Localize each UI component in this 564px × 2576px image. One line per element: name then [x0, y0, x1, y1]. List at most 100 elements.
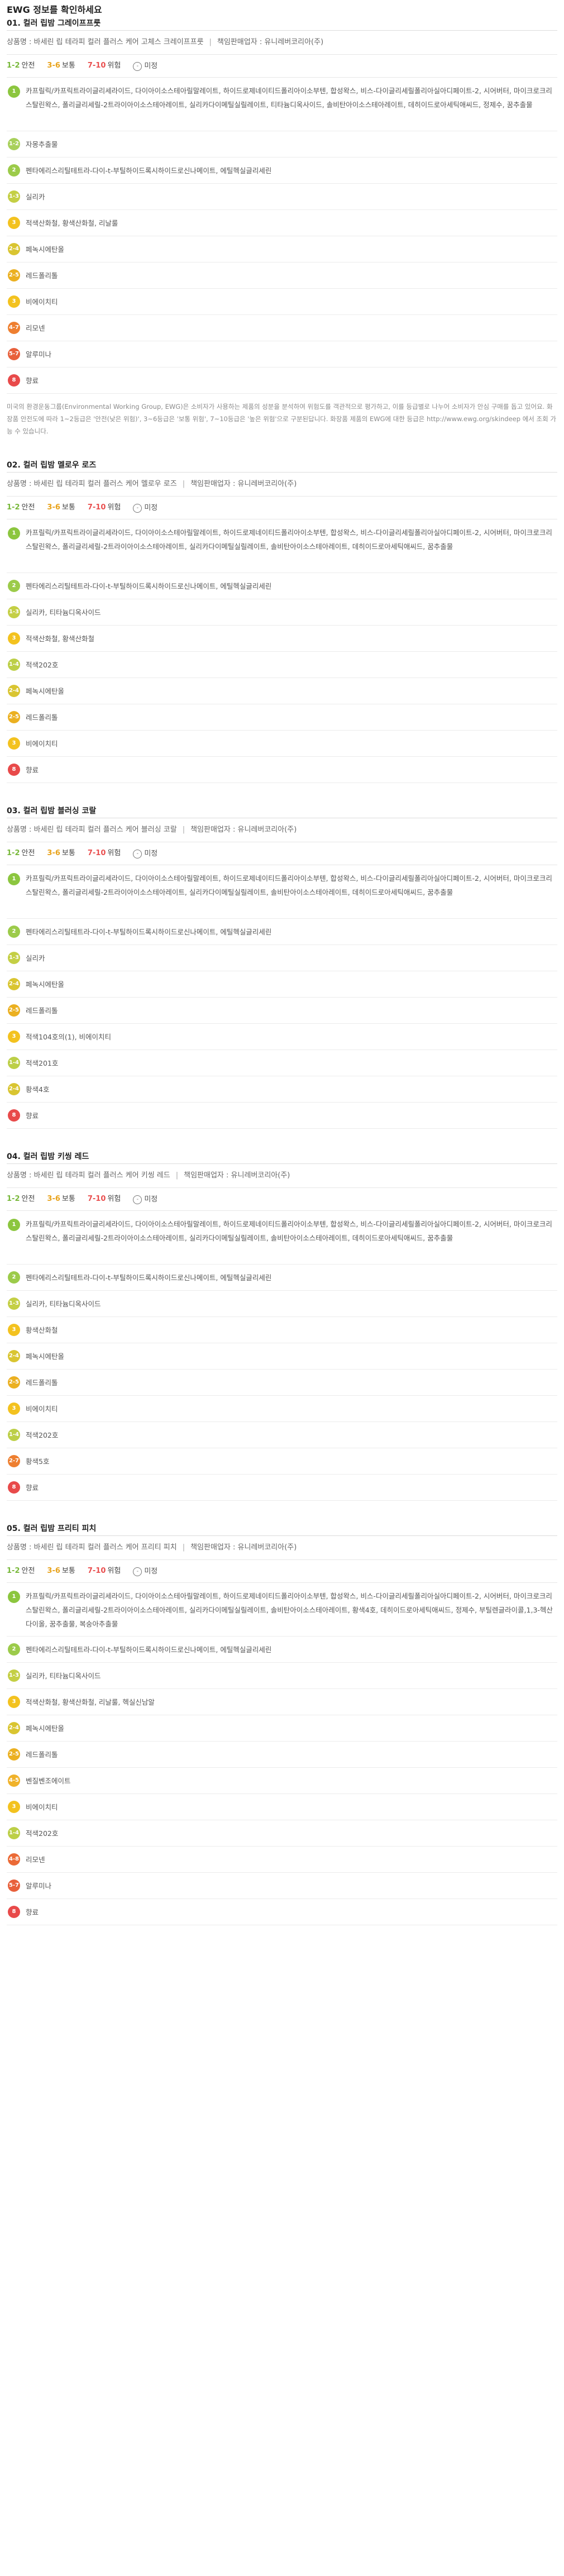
- ewg-section: 03. 컬러 립밤 블러싱 코랄 상품명 : 바세린 립 테라피 컬러 플러스 케…: [7, 804, 557, 1129]
- ingredient-list: 적색산화철, 황색산화철, 리날룰: [26, 218, 118, 227]
- grade-badge: 2-4: [8, 1722, 20, 1734]
- ingredient-list: 레드폴리톨: [26, 1378, 58, 1387]
- ingredient-row: 2-4 황색4호: [7, 1076, 557, 1103]
- legend-safe: 1-2 안전: [7, 503, 35, 512]
- ingredient-row: 2-4 페녹시에탄올: [7, 971, 557, 998]
- meta-separator: |: [209, 38, 212, 46]
- legend-danger: 7-10 위험: [88, 61, 121, 70]
- grade-badge: 1: [8, 85, 20, 98]
- ingredient-list: 카프릴릭/카프릭트라이글리세라이드, 다이아이소스테아릴말레이트, 하이드로제네…: [26, 1220, 552, 1242]
- ingredient-row: 3 적색산화철, 황색산화철: [7, 626, 557, 652]
- undetermined-icon: -: [133, 850, 142, 858]
- grade-badge: 1-3: [8, 1669, 20, 1682]
- legend-danger: 7-10 위험: [88, 1567, 121, 1575]
- legend-moderate-label: 보통: [61, 503, 75, 512]
- ingredient-row: 3 적색산화철, 황색산화철, 리날룰, 헥실신남알: [7, 1689, 557, 1715]
- ingredient-row: 4-5 벤질벤조에이트: [7, 1768, 557, 1794]
- legend-moderate-range: 3-6: [47, 1567, 60, 1575]
- ewg-page: EWG 정보를 확인하세요 01. 컬러 립밤 그레이프프룻 상품명 : 바세린 …: [0, 0, 564, 2576]
- ingredient-row: 2 펜타에리스리틸테트라-다이-t-부틸하이드록시하이드로신나메이트, 에틸헥실글…: [7, 919, 557, 945]
- grade-badge: 2-4: [8, 685, 20, 697]
- legend-safe: 1-2 안전: [7, 1195, 35, 1203]
- product-name: 상품명 : 바세린 립 테라피 컬러 플러스 케어 프리티 피치: [7, 1543, 177, 1552]
- ingredient-row: 2-5 레드폴리톨: [7, 1742, 557, 1768]
- product-name: 상품명 : 바세린 립 테라피 컬러 플러스 케어 고체스 크레이프프룻: [7, 38, 204, 46]
- legend-moderate-label: 보통: [61, 849, 75, 857]
- legend-moderate-range: 3-6: [47, 503, 60, 512]
- grade-badge: 2: [8, 580, 20, 592]
- legend-moderate: 3-6 보통: [47, 1567, 75, 1575]
- legend-undetermined: - 미정: [133, 1189, 157, 1211]
- grade-badge: 5-7: [8, 1879, 20, 1892]
- grade-badge: 2-5: [8, 1748, 20, 1761]
- ingredient-list: 황색5호: [26, 1457, 50, 1466]
- section-title: 03. 컬러 립밤 블러싱 코랄: [7, 804, 557, 818]
- legend-safe-range: 1-2: [7, 1567, 20, 1575]
- legend-safe-label: 안전: [21, 1195, 35, 1203]
- legend-na-label: 미정: [144, 850, 158, 858]
- ingredient-list: 적색104호의(1), 비에이치티: [26, 1032, 112, 1041]
- ingredient-row: 3 비에이치티: [7, 731, 557, 757]
- grade-badge: 1: [8, 1219, 20, 1231]
- grade-badge: 2-5: [8, 269, 20, 282]
- legend-moderate-range: 3-6: [47, 1195, 60, 1203]
- meta-separator: |: [182, 480, 185, 488]
- grade-badge: 2-4: [8, 243, 20, 255]
- ingredient-list: 리모넨: [26, 1855, 45, 1864]
- grade-badge: 2-5: [8, 711, 20, 723]
- ingredient-row: 8 향료: [7, 1899, 557, 1925]
- undetermined-icon: -: [133, 1567, 142, 1576]
- grade-badge: 1-3: [8, 1297, 20, 1310]
- ingredient-row: 2 펜타에리스리틸테트라-다이-t-부틸하이드록시하이드로신나메이트, 에틸헥실글…: [7, 573, 557, 599]
- grade-badge: 2-4: [8, 1350, 20, 1362]
- ingredient-row: 2 펜타에리스리틸테트라-다이-t-부틸하이드록시하이드로신나메이트, 에틸헥실글…: [7, 158, 557, 184]
- ingredient-row: 2-5 레드폴리톨: [7, 263, 557, 289]
- ingredient-row: 1-3 실리카, 티타늄디옥사이드: [7, 599, 557, 626]
- legend-safe: 1-2 안전: [7, 1567, 35, 1575]
- grade-badge: 1-2: [8, 138, 20, 150]
- ingredient-list: 카프릴릭/카프릭트라이글리세라이드, 다이아이소스테아릴말레이트, 하이드로제네…: [26, 87, 552, 109]
- legend-safe-label: 안전: [21, 849, 35, 857]
- ingredient-row: 8 향료: [7, 1103, 557, 1129]
- ingredient-list: 펜타에리스리틸테트라-다이-t-부틸하이드록시하이드로신나메이트, 에틸헥실글리…: [26, 927, 272, 936]
- section-title: 05. 컬러 립밤 프리티 피치: [7, 1522, 557, 1536]
- ingredient-row: 5-7 알루미나: [7, 1873, 557, 1899]
- grade-legend: 1-2 안전 3-6 보통 7-10 위험 - 미정: [7, 1560, 557, 1583]
- undetermined-icon: -: [133, 504, 142, 513]
- ingredient-list: 펜타에리스리틸테트라-다이-t-부틸하이드록시하이드로신나메이트, 에틸헥실글리…: [26, 1645, 272, 1654]
- ingredient-list: 적색201호: [26, 1058, 59, 1067]
- grade-badge: 3: [8, 295, 20, 308]
- ingredient-list: 레드폴리톨: [26, 713, 58, 722]
- legend-danger-range: 7-10: [87, 1567, 106, 1575]
- ingredient-list: 실리카, 티타늄디옥사이드: [26, 1299, 101, 1308]
- ingredient-list: 향료: [26, 1111, 39, 1120]
- product-meta: 상품명 : 바세린 립 테라피 컬러 플러스 케어 고체스 크레이프프룻 | 책임판…: [7, 31, 557, 55]
- ingredient-row: 1 카프릴릭/카프릭트라이글리세라이드, 다이아이소스테아릴말레이트, 하이드로제…: [7, 1583, 557, 1637]
- ingredient-row: 3 황색산화철: [7, 1317, 557, 1343]
- product-meta: 상품명 : 바세린 립 테라피 컬러 플러스 케어 멜로우 로즈 | 책임판매업자 …: [7, 473, 557, 497]
- ingredient-list: 알루미나: [26, 1881, 52, 1890]
- legend-moderate-range: 3-6: [47, 849, 60, 857]
- ingredient-row: 8 향료: [7, 757, 557, 783]
- section-title: 01. 컬러 립밤 그레이프프룻: [7, 17, 557, 31]
- ingredient-list: 황색산화철: [26, 1325, 58, 1334]
- legend-danger-label: 위험: [107, 1567, 121, 1575]
- grade-badge: 1-4: [8, 1827, 20, 1839]
- ingredient-list: 페녹시에탄올: [26, 980, 65, 989]
- ingredient-list: 실리카: [26, 953, 45, 962]
- ingredient-row: 8 향료: [7, 1475, 557, 1501]
- meta-separator: |: [182, 826, 185, 834]
- ingredient-row: 2-4 페녹시에탄올: [7, 1715, 557, 1742]
- legend-na-label: 미정: [144, 1567, 158, 1576]
- ewg-note: 미국의 환경운동그룹(Environmental Working Group, …: [7, 403, 556, 435]
- ingredient-list: 황색4호: [26, 1085, 50, 1094]
- ingredient-list: 향료: [26, 376, 39, 385]
- ingredient-list: 레드폴리톨: [26, 1750, 58, 1759]
- legend-safe-range: 1-2: [7, 849, 20, 857]
- product-meta: 상품명 : 바세린 립 테라피 컬러 플러스 케어 키씽 레드 | 책임판매업자 :…: [7, 1164, 557, 1188]
- grade-badge: 4-7: [8, 322, 20, 334]
- legend-na-label: 미정: [144, 504, 158, 512]
- ingredient-row: 3 적색104호의(1), 비에이치티: [7, 1024, 557, 1050]
- product-meta: 상품명 : 바세린 립 테라피 컬러 플러스 케어 프리티 피치 | 책임판매업자 …: [7, 1536, 557, 1560]
- legend-danger: 7-10 위험: [88, 503, 121, 512]
